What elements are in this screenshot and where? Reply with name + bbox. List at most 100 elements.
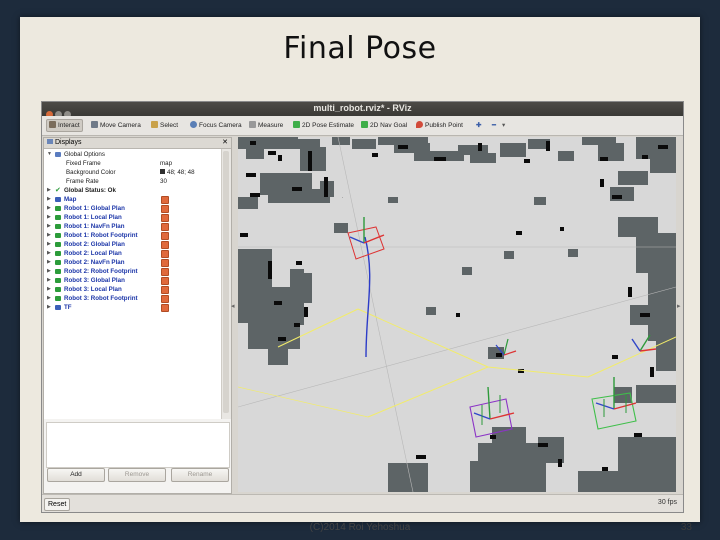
property-fixed-frame[interactable]: Fixed Frame map [44, 159, 221, 168]
display-type-icon [55, 260, 61, 265]
display-item[interactable]: ▶ Map [44, 195, 221, 204]
chevron-right-icon[interactable]: ▶ [47, 303, 51, 312]
rename-display-button[interactable]: Rename [171, 468, 229, 482]
enabled-checkbox[interactable] [161, 223, 169, 231]
chevron-right-icon[interactable]: ▶ [47, 213, 51, 222]
select-icon [151, 121, 158, 128]
chevron-right-icon[interactable]: ▶ [47, 186, 51, 195]
chevron-right-icon[interactable]: ▶ [47, 240, 51, 249]
enabled-checkbox[interactable] [161, 286, 169, 294]
chevron-right-icon[interactable]: ▶ [47, 258, 51, 267]
display-description-area [46, 422, 230, 468]
color-value: 48; 48; 48 [167, 169, 195, 176]
tool-label: Publish Point [425, 122, 463, 129]
display-item-label: Robot 2: NavFn Plan [64, 259, 125, 266]
nav-goal-arrow-icon [361, 121, 368, 128]
display-item[interactable]: ▶ Robot 3: Global Plan [44, 276, 221, 285]
display-type-icon [55, 233, 61, 238]
display-item[interactable]: ▶ Robot 3: Local Plan [44, 285, 221, 294]
enabled-checkbox[interactable] [161, 214, 169, 222]
tree-item-global-options[interactable]: ▼ Global Options [44, 150, 221, 159]
tool-select[interactable]: Select [149, 120, 180, 131]
display-item[interactable]: ▶ Robot 2: Local Plan [44, 249, 221, 258]
close-icon[interactable]: ✕ [222, 138, 228, 148]
enabled-checkbox[interactable] [161, 232, 169, 240]
tool-focus-camera[interactable]: Focus Camera [188, 120, 244, 131]
collapse-left-icon[interactable]: ◂ [231, 302, 235, 310]
display-item[interactable]: ▶ Robot 2: Robot Footprint [44, 267, 221, 276]
property-background-color[interactable]: Background Color 48; 48; 48 [44, 168, 221, 177]
chevron-right-icon[interactable]: ▶ [47, 204, 51, 213]
property-value[interactable]: 48; 48; 48 [160, 168, 195, 177]
chevron-down-icon[interactable]: ▼ [47, 150, 52, 159]
chevron-right-icon[interactable]: ▶ [47, 276, 51, 285]
enabled-checkbox[interactable] [161, 250, 169, 258]
tool-2d-nav-goal[interactable]: 2D Nav Goal [359, 120, 409, 131]
display-item[interactable]: ▶ Robot 2: NavFn Plan [44, 258, 221, 267]
tool-label: 2D Pose Estimate [302, 122, 355, 129]
reset-button[interactable]: Reset [44, 498, 71, 511]
display-type-icon [55, 197, 61, 202]
dropdown-icon[interactable]: ▾ [500, 120, 507, 131]
chevron-right-icon[interactable]: ▶ [47, 249, 51, 258]
display-item-label: Robot 2: Local Plan [64, 250, 122, 257]
enabled-checkbox[interactable] [161, 241, 169, 249]
tool-publish-point[interactable]: Publish Point [414, 120, 465, 131]
property-value[interactable]: 30 [160, 177, 167, 186]
3d-view[interactable]: · [238, 137, 676, 492]
displays-tree: ▼ Global Options Fixed Frame map Backgro… [44, 149, 221, 419]
display-item[interactable]: ▶ Robot 1: Local Plan [44, 213, 221, 222]
display-item-label: Robot 3: Local Plan [64, 286, 122, 293]
chevron-right-icon[interactable]: ▶ [47, 231, 51, 240]
add-display-button[interactable]: Add [47, 468, 105, 482]
display-item[interactable]: ▶ Robot 2: Global Plan [44, 240, 221, 249]
chevron-right-icon[interactable]: ▶ [47, 222, 51, 231]
minus-icon[interactable]: ━ [490, 120, 498, 131]
property-frame-rate[interactable]: Frame Rate 30 [44, 177, 221, 186]
display-item[interactable]: ▶ Robot 1: Global Plan [44, 204, 221, 213]
tool-2d-pose-estimate[interactable]: 2D Pose Estimate [291, 120, 356, 131]
chevron-right-icon[interactable]: ▶ [47, 294, 51, 303]
display-type-icon [55, 224, 61, 229]
display-type-icon [55, 287, 61, 292]
measure-icon [249, 121, 256, 128]
tool-measure[interactable]: Measure [247, 120, 285, 131]
enabled-checkbox[interactable] [161, 268, 169, 276]
chevron-right-icon[interactable]: ▶ [47, 267, 51, 276]
tool-label: Move Camera [100, 122, 141, 129]
enabled-checkbox[interactable] [161, 295, 169, 303]
display-type-icon [55, 206, 61, 211]
display-item-label: Robot 3: Robot Footprint [64, 295, 138, 302]
chevron-right-icon[interactable]: ▶ [47, 285, 51, 294]
display-item-label: TF [64, 304, 72, 311]
enabled-checkbox[interactable] [161, 196, 169, 204]
tree-item-label: Global Options [64, 151, 105, 158]
tree-item-global-status[interactable]: ▶ ✔ Global Status: Ok [44, 186, 221, 195]
displays-scrollbar[interactable] [221, 149, 231, 419]
scrollbar-thumb[interactable] [223, 151, 229, 413]
display-item[interactable]: ▶ TF [44, 303, 221, 312]
plus-icon[interactable]: ✚ [474, 120, 483, 131]
display-item-label: Robot 1: Robot Footprint [64, 232, 138, 239]
enabled-checkbox[interactable] [161, 205, 169, 213]
property-value[interactable]: map [160, 159, 172, 168]
display-item[interactable]: ▶ Robot 1: NavFn Plan [44, 222, 221, 231]
page-number: 33 [680, 522, 692, 533]
collapse-right-icon[interactable]: ▸ [677, 302, 681, 310]
gear-icon [55, 152, 61, 157]
remove-display-button[interactable]: Remove [108, 468, 166, 482]
chevron-right-icon[interactable]: ▶ [47, 195, 51, 204]
fps-readout: 30 fps [657, 499, 677, 506]
enabled-checkbox[interactable] [161, 259, 169, 267]
move-camera-icon [91, 121, 98, 128]
tool-move-camera[interactable]: Move Camera [89, 120, 143, 131]
property-label: Background Color [66, 169, 116, 176]
display-type-icon [55, 242, 61, 247]
cursor-hand-icon [49, 121, 56, 128]
enabled-checkbox[interactable] [161, 304, 169, 312]
display-item[interactable]: ▶ Robot 3: Robot Footprint [44, 294, 221, 303]
tool-interact[interactable]: Interact [46, 119, 83, 132]
display-item-label: Robot 1: Global Plan [64, 205, 125, 212]
enabled-checkbox[interactable] [161, 277, 169, 285]
display-item[interactable]: ▶ Robot 1: Robot Footprint [44, 231, 221, 240]
